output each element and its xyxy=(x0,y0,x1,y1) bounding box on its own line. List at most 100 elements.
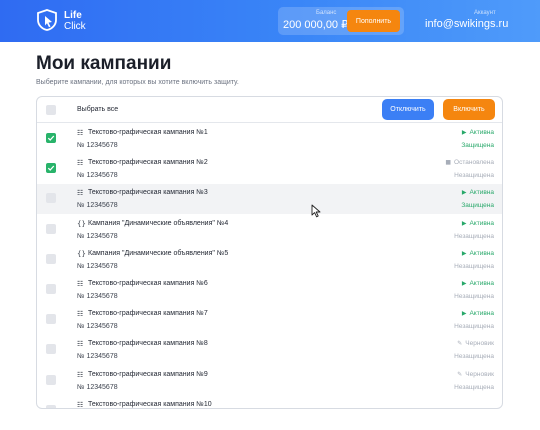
campaign-number: № 12345678 xyxy=(77,142,118,149)
campaign-status-label: Активна xyxy=(469,219,494,227)
campaign-number: № 12345678 xyxy=(77,232,118,240)
check-icon xyxy=(47,135,55,141)
check-icon xyxy=(47,165,55,172)
mouse-cursor-icon xyxy=(311,204,321,218)
page-subtitle: Выберите кампании, для которых вы хотите… xyxy=(36,79,239,86)
campaign-name[interactable]: Текстово-графическая кампания №6 xyxy=(88,280,208,287)
page-title: Мои кампании xyxy=(36,53,172,74)
campaign-protection: Защищена xyxy=(461,202,494,210)
campaign-row[interactable]: ☷ Текстово-графическая кампания №8 № 12345… xyxy=(37,335,502,365)
top-header: Life Click Баланс 200 000,00 ₽ Пополнить… xyxy=(0,0,540,42)
play-icon: ▶ xyxy=(461,249,467,257)
dynamic-ads-icon: {} xyxy=(77,249,86,258)
text-graphic-icon: ☷ xyxy=(77,280,84,288)
campaign-number: № 12345678 xyxy=(77,262,118,270)
campaign-row[interactable]: ☷ Текстово-графическая кампания №9 № 12345… xyxy=(37,366,502,396)
play-icon: ▶ xyxy=(461,219,467,227)
balance-label: Баланс xyxy=(316,10,337,16)
select-all-checkbox[interactable] xyxy=(46,105,56,115)
draft-icon: ✎ xyxy=(457,340,463,348)
campaign-checkbox[interactable] xyxy=(46,314,56,325)
campaign-row[interactable]: ☷ Текстово-графическая кампания №10 xyxy=(37,396,502,409)
text-graphic-icon: ☷ xyxy=(77,129,84,137)
text-graphic-icon: ☷ xyxy=(77,310,84,319)
campaign-status-label: Черновик xyxy=(465,340,494,348)
campaign-status-label: Активна xyxy=(469,249,494,257)
campaign-checkbox[interactable] xyxy=(46,163,56,174)
shield-logo-icon[interactable] xyxy=(36,9,58,31)
campaign-status: ✎ Черновик xyxy=(457,371,494,378)
campaign-name[interactable]: Кампания "Динамические объявления" №4 xyxy=(88,220,228,227)
play-icon: ▶ xyxy=(461,310,467,318)
campaigns-panel: Выбрать все Отключить Включить ☷ Текстово… xyxy=(36,96,503,409)
campaign-status: ▶ Активна xyxy=(462,250,494,257)
campaign-checkbox[interactable] xyxy=(46,344,56,355)
campaign-status: ▶ Активна xyxy=(462,189,494,196)
topup-button[interactable]: Пополнить xyxy=(347,10,400,32)
campaign-name[interactable]: Текстово-графическая кампания №3 xyxy=(88,189,208,196)
campaign-checkbox[interactable] xyxy=(46,223,56,234)
campaign-name[interactable]: Текстово-графическая кампания №1 xyxy=(88,129,208,136)
campaign-name[interactable]: Текстово-графическая кампания №10 xyxy=(88,401,212,408)
play-icon: ▶ xyxy=(461,280,467,287)
campaign-name[interactable]: Текстово-графическая кампания №7 xyxy=(88,310,208,317)
dynamic-ads-icon: {} xyxy=(77,219,86,228)
campaign-status: ▶ Активна xyxy=(462,280,494,287)
select-all-label[interactable]: Выбрать все xyxy=(77,106,118,113)
campaign-status: ✎ Черновик xyxy=(457,340,494,347)
campaign-checkbox[interactable] xyxy=(46,133,56,143)
campaign-status-label: Активна xyxy=(469,129,494,136)
campaign-status-label: Активна xyxy=(469,310,494,318)
campaign-name[interactable]: Текстово-графическая кампания №9 xyxy=(88,371,208,378)
campaign-row[interactable]: ☷ Текстово-графическая кампания №6 № 12345… xyxy=(37,275,502,305)
campaign-number: № 12345678 xyxy=(77,383,118,391)
campaign-row[interactable]: ☷ Текстово-графическая кампания №7 № 12345… xyxy=(37,305,502,335)
brand-name[interactable]: Life Click xyxy=(64,10,86,32)
campaign-row[interactable]: {} Кампания "Динамические объявления" №4 №… xyxy=(37,215,502,245)
campaign-checkbox[interactable] xyxy=(46,193,56,204)
campaign-row[interactable]: ☷ Текстово-графическая кампания №1 № 12345… xyxy=(37,124,502,154)
stop-icon: ■ xyxy=(445,159,452,167)
text-graphic-icon: ☷ xyxy=(77,159,84,168)
campaign-status-label: Активна xyxy=(469,280,494,287)
campaign-status xyxy=(491,401,494,408)
campaign-protection: Незащищена xyxy=(454,262,494,270)
campaign-protection: Защищена xyxy=(461,142,494,149)
campaign-protection: Незащищена xyxy=(454,323,494,331)
campaign-status: ▶ Активна xyxy=(462,129,494,136)
campaign-status-label: Активна xyxy=(469,189,494,197)
campaign-status: ▶ Активна xyxy=(462,310,494,317)
account-email[interactable]: info@swikings.ru xyxy=(425,18,508,30)
campaign-checkbox[interactable] xyxy=(46,374,56,385)
campaign-protection: Незащищена xyxy=(454,293,494,300)
text-graphic-icon: ☷ xyxy=(77,400,84,409)
campaign-name[interactable]: Текстово-графическая кампания №8 xyxy=(88,340,208,347)
campaign-protection: Незащищена xyxy=(454,383,494,391)
campaign-row[interactable]: ☷ Текстово-графическая кампания №3 № 12345… xyxy=(37,184,502,215)
disable-protection-button[interactable]: Отключить xyxy=(382,99,434,120)
enable-protection-button[interactable]: Включить xyxy=(443,99,495,120)
campaign-name[interactable]: Текстово-графическая кампания №2 xyxy=(88,159,208,166)
campaign-name[interactable]: Кампания "Динамические объявления" №5 xyxy=(88,250,228,257)
campaign-checkbox[interactable] xyxy=(46,284,56,294)
campaign-protection: Незащищена xyxy=(454,353,494,361)
balance-value: 200 000,00 ₽ xyxy=(283,19,349,31)
play-icon: ▶ xyxy=(461,129,467,136)
campaign-checkbox[interactable] xyxy=(46,253,56,264)
campaign-status-label: Черновик xyxy=(465,370,494,378)
brand-line1: Life xyxy=(64,10,82,21)
campaign-number: № 12345678 xyxy=(77,293,118,300)
campaign-number: № 12345678 xyxy=(77,202,118,210)
campaign-row[interactable]: {} Кампания "Динамические объявления" №5 №… xyxy=(37,245,502,275)
text-graphic-icon: ☷ xyxy=(77,370,84,379)
campaign-protection: Незащищена xyxy=(454,172,494,180)
draft-icon: ✎ xyxy=(457,370,463,378)
campaigns-toolbar: Выбрать все Отключить Включить xyxy=(37,97,502,123)
campaign-number: № 12345678 xyxy=(77,172,118,180)
campaign-row[interactable]: ☷ Текстово-графическая кампания №2 № 12345… xyxy=(37,154,502,184)
account-label: Аккаунт xyxy=(474,10,496,16)
brand-line2: Click xyxy=(64,21,86,32)
campaign-checkbox[interactable] xyxy=(46,404,56,408)
play-icon: ▶ xyxy=(461,189,467,197)
campaign-number: № 12345678 xyxy=(77,323,118,331)
